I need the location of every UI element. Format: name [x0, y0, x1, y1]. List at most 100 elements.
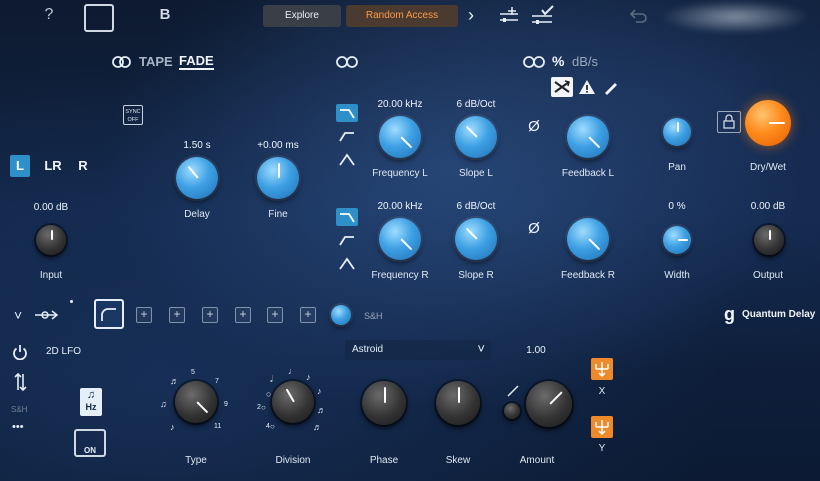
mod-routing-icon[interactable] — [34, 308, 60, 322]
tape-label: TAPE — [139, 54, 173, 69]
delay-value: 1.50 s — [183, 140, 211, 151]
fine-knob[interactable] — [257, 157, 299, 199]
drywet-label: Dry/Wet — [750, 162, 786, 173]
skew-label: Skew — [445, 455, 471, 466]
frequency-l-value: 20.00 kHz — [377, 99, 423, 110]
width-value: 0 % — [668, 201, 686, 212]
division-knob[interactable] — [272, 381, 314, 423]
mod-slot-add-6[interactable]: + — [300, 307, 316, 323]
x-label: X — [598, 386, 606, 397]
mod-slot-add-2[interactable]: + — [169, 307, 185, 323]
preset-b-button[interactable]: B — [156, 6, 174, 26]
delay-knob[interactable] — [176, 157, 218, 199]
channel-r-button[interactable]: R — [75, 155, 91, 177]
lfo-title: 2D LFO — [46, 346, 82, 357]
crossfeed-icon[interactable] — [551, 77, 573, 97]
mod-dot — [70, 300, 73, 303]
sh-label: S&H — [364, 311, 383, 321]
undo-icon[interactable] — [628, 6, 648, 26]
type-knob[interactable] — [175, 381, 217, 423]
input-knob[interactable] — [36, 225, 66, 255]
sync-off-button[interactable]: SYNC OFF — [123, 105, 143, 125]
shape-dropdown[interactable]: Astroid ˅ — [345, 340, 491, 360]
filter-l-lowpass-button[interactable] — [336, 104, 358, 122]
pan-knob[interactable] — [663, 118, 691, 146]
input-label: Input — [39, 270, 63, 281]
hz-label: Hz — [85, 402, 97, 412]
mod-slot-lfo[interactable] — [94, 299, 124, 329]
filter-l-bandpass-button[interactable] — [336, 150, 358, 168]
note-icon: ♫ — [86, 389, 96, 401]
tab-random-access[interactable]: Random Access — [346, 5, 458, 27]
division-tick-2-glyph: ○ — [261, 403, 266, 412]
output-knob[interactable] — [754, 225, 784, 255]
filter-r-lowpass-button[interactable] — [336, 208, 358, 226]
skew-knob[interactable] — [436, 381, 480, 425]
sync-line1: SYNC — [125, 109, 141, 115]
y-target-button[interactable] — [591, 416, 613, 438]
feedback-l-label: Feedback L — [561, 168, 615, 179]
slope-l-knob[interactable] — [455, 116, 497, 158]
filter-r-highpass-button[interactable] — [336, 231, 358, 249]
mod-collapse-chevron[interactable]: ˅ — [14, 307, 26, 323]
mod-slot-add-1[interactable]: + — [136, 307, 152, 323]
mod-slot-add-3[interactable]: + — [202, 307, 218, 323]
slope-l-value: 6 dB/Oct — [456, 99, 496, 110]
add-sliders-icon[interactable] — [498, 6, 522, 26]
lock-icon[interactable] — [717, 111, 741, 133]
brand-logo: g — [724, 304, 735, 324]
fade-button[interactable]: FADE — [179, 54, 214, 70]
sync-line2: OFF — [127, 117, 139, 123]
lfo-on-button[interactable]: ON — [74, 429, 106, 457]
feedback-link-icon[interactable] — [522, 55, 546, 69]
phase-invert-l-button[interactable]: Ø — [526, 118, 542, 136]
frequency-l-knob[interactable] — [379, 116, 421, 158]
feedback-r-knob[interactable] — [567, 218, 609, 260]
fine-label: Fine — [268, 209, 288, 220]
fine-value: +0.00 ms — [257, 140, 299, 151]
hz-toggle-button[interactable]: ♫ Hz — [80, 388, 102, 416]
division-tick-glyph-d: ♪ — [317, 386, 322, 396]
help-button[interactable]: ? — [40, 6, 58, 26]
stereo-link-icon[interactable] — [335, 55, 359, 69]
check-sliders-icon[interactable] — [530, 4, 556, 26]
sh-knob[interactable] — [331, 305, 351, 325]
type-tick-glyph-b: ♫ — [160, 399, 167, 409]
dbs-unit-button[interactable]: dB/s — [572, 54, 598, 69]
lfo-sh-label: S&H — [11, 405, 28, 414]
width-label: Width — [664, 270, 690, 281]
next-arrow-button[interactable]: › — [468, 5, 482, 25]
slope-r-knob[interactable] — [455, 218, 497, 260]
type-tick-9: 9 — [224, 401, 228, 408]
plugin-window: ? B Explore Random Access › TAPE FADE % … — [0, 0, 820, 481]
power-icon[interactable] — [12, 344, 28, 361]
division-tick-glyph-f: ♬ — [313, 422, 322, 432]
amount-knob[interactable] — [526, 381, 572, 427]
width-knob[interactable] — [663, 226, 691, 254]
tab-explore[interactable]: Explore — [263, 5, 341, 27]
mod-slot-add-5[interactable]: + — [267, 307, 283, 323]
lfo-more-button[interactable]: ••• — [12, 421, 24, 433]
frequency-r-label: Frequency R — [371, 270, 429, 281]
phase-knob[interactable] — [362, 381, 406, 425]
filter-l-highpass-button[interactable] — [336, 127, 358, 145]
pen-icon[interactable] — [602, 78, 620, 96]
drywet-knob[interactable] — [745, 100, 791, 146]
warning-icon[interactable] — [578, 78, 596, 96]
delay-label: Delay — [184, 209, 210, 220]
amount-curve-icon[interactable] — [506, 384, 520, 398]
frequency-r-knob[interactable] — [379, 218, 421, 260]
preset-a-button[interactable] — [84, 4, 114, 32]
channel-lr-button[interactable]: LR — [42, 155, 64, 177]
feedback-l-knob[interactable] — [567, 116, 609, 158]
filter-r-bandpass-button[interactable] — [336, 254, 358, 272]
swap-axes-icon[interactable] — [13, 372, 27, 392]
x-target-button[interactable] — [591, 358, 613, 380]
amount-mod-knob[interactable] — [504, 403, 520, 419]
phase-invert-r-button[interactable]: Ø — [526, 220, 542, 238]
channel-l-button[interactable]: L — [10, 155, 30, 177]
division-label: Division — [275, 455, 311, 466]
percent-unit-button[interactable]: % — [552, 53, 564, 69]
link-rings-icon[interactable] — [112, 55, 132, 69]
mod-slot-add-4[interactable]: + — [235, 307, 251, 323]
